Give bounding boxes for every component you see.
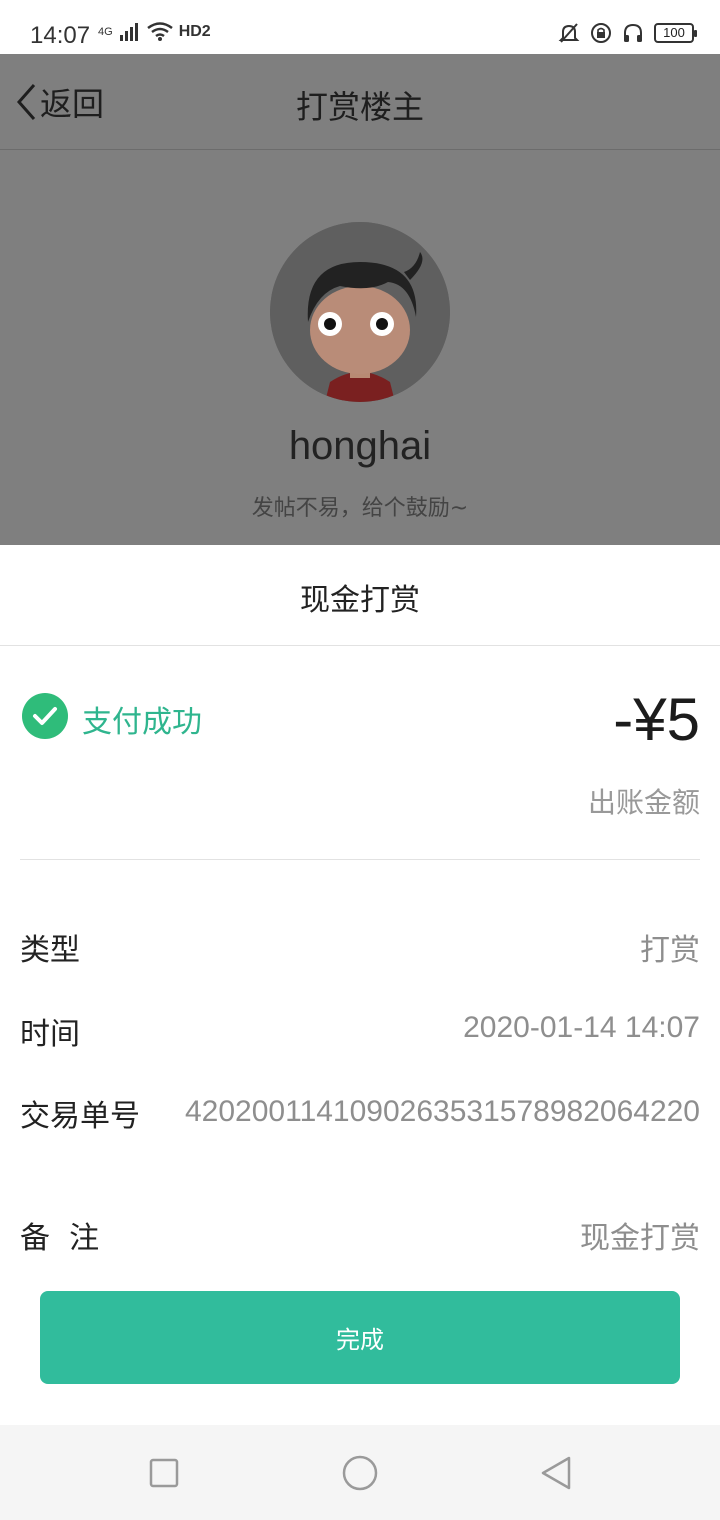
dim-overlay[interactable]: 返回 打赏楼主 honghai 发帖不易，给个鼓励~ [0,54,720,545]
headphones-icon [624,23,642,42]
battery-icon: 100 [654,23,697,43]
divider [20,859,700,860]
amount: -¥5 [613,686,700,753]
check-circle-icon [22,693,68,739]
time-label: 时间 [20,1017,80,1052]
remark-label: 备 注 [20,1221,100,1256]
sheet-title: 现金打赏 [300,583,420,618]
transaction-id-value: 4202001141090263531578982064220 [185,1095,700,1128]
page-title: 打赏楼主 [295,88,424,126]
bell-off-icon [558,23,580,43]
avatar-image [270,222,450,402]
divider [0,645,720,646]
time-value: 2020-01-14 14:07 [463,1011,700,1044]
home-button[interactable] [342,1455,378,1491]
amount-label: 出账金额 [587,786,700,819]
type-label: 类型 [20,933,80,968]
payment-result-sheet: 现金打赏 支付成功 -¥5 出账金额 类型 打赏 时间 2020-01-14 1… [0,545,720,1425]
lock-rotate-icon [591,23,611,43]
network-type: 4G [98,26,113,38]
type-value: 打赏 [640,933,700,968]
avatar[interactable] [270,222,450,402]
wifi-icon [146,22,173,41]
recent-apps-button[interactable] [146,1455,182,1491]
status-time: 14:07 [30,22,91,49]
status-right-icons: 100 [558,22,697,44]
status-bar: 14:07 4G HD2 100 [0,0,720,54]
square-icon [149,1458,179,1488]
system-nav-bar [0,1425,720,1520]
slogan: 发帖不易，给个鼓励~ [251,496,469,521]
payment-status: 支付成功 [82,705,202,740]
hd-indicator: HD2 [178,23,211,40]
system-back-button[interactable] [538,1455,574,1491]
circle-icon [342,1455,378,1491]
nav-bar: 返回 打赏楼主 [0,54,720,150]
status-left-icons: 4G HD2 [98,22,211,42]
remark-value: 现金打赏 [580,1221,700,1256]
done-button[interactable]: 完成 [40,1291,680,1384]
signal-icon [119,23,138,41]
username: honghai [288,424,432,468]
transaction-id-label: 交易单号 [20,1099,140,1134]
triangle-back-icon [541,1456,571,1490]
